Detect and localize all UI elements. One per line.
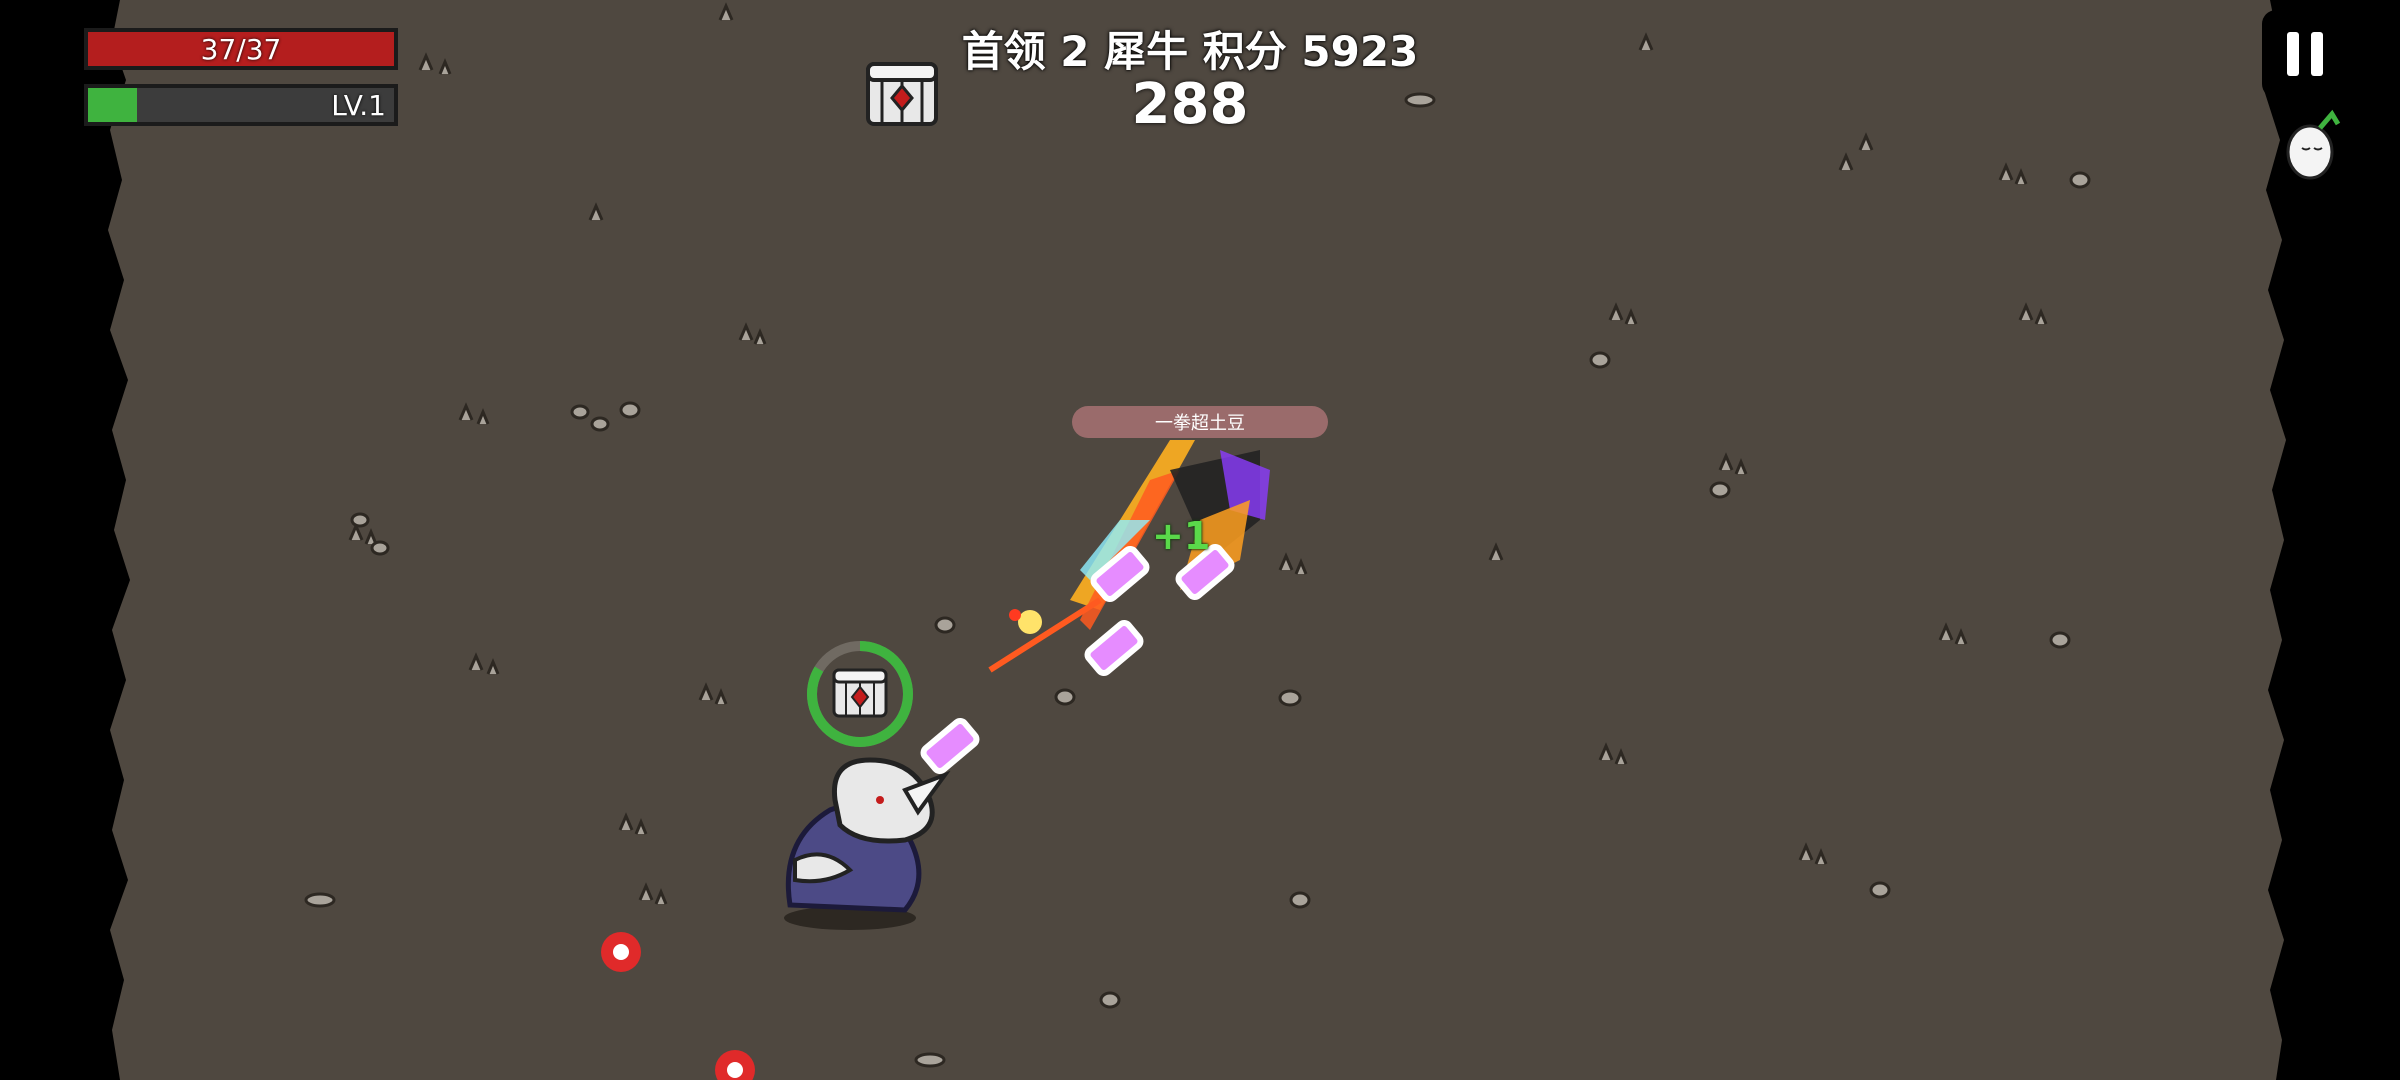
- wave-timer: 288: [1131, 72, 1249, 137]
- experience-bar-fill: [88, 88, 137, 122]
- rhino-boss: [784, 757, 951, 930]
- left-darkness: [0, 0, 130, 1080]
- pause-icon: [2287, 32, 2299, 76]
- boss-nameplate: 一拳超土豆: [1072, 406, 1328, 438]
- enemy-orbs: [601, 932, 755, 1080]
- right-darkness: [2264, 0, 2400, 1080]
- experience-bar: LV.1: [84, 84, 398, 126]
- projectiles: [920, 544, 1235, 774]
- pause-button[interactable]: [2262, 10, 2348, 98]
- health-bar: 37/37: [84, 28, 398, 70]
- boss-status-line: 首领 2 犀牛 积分 5923: [961, 27, 1419, 76]
- floating-gain-text: +1: [1152, 514, 1211, 558]
- chest-pickup: [807, 641, 913, 747]
- health-text: 37/37: [200, 32, 282, 66]
- grass-tufts: [348, 2, 2048, 905]
- level-text: LV.1: [331, 88, 386, 122]
